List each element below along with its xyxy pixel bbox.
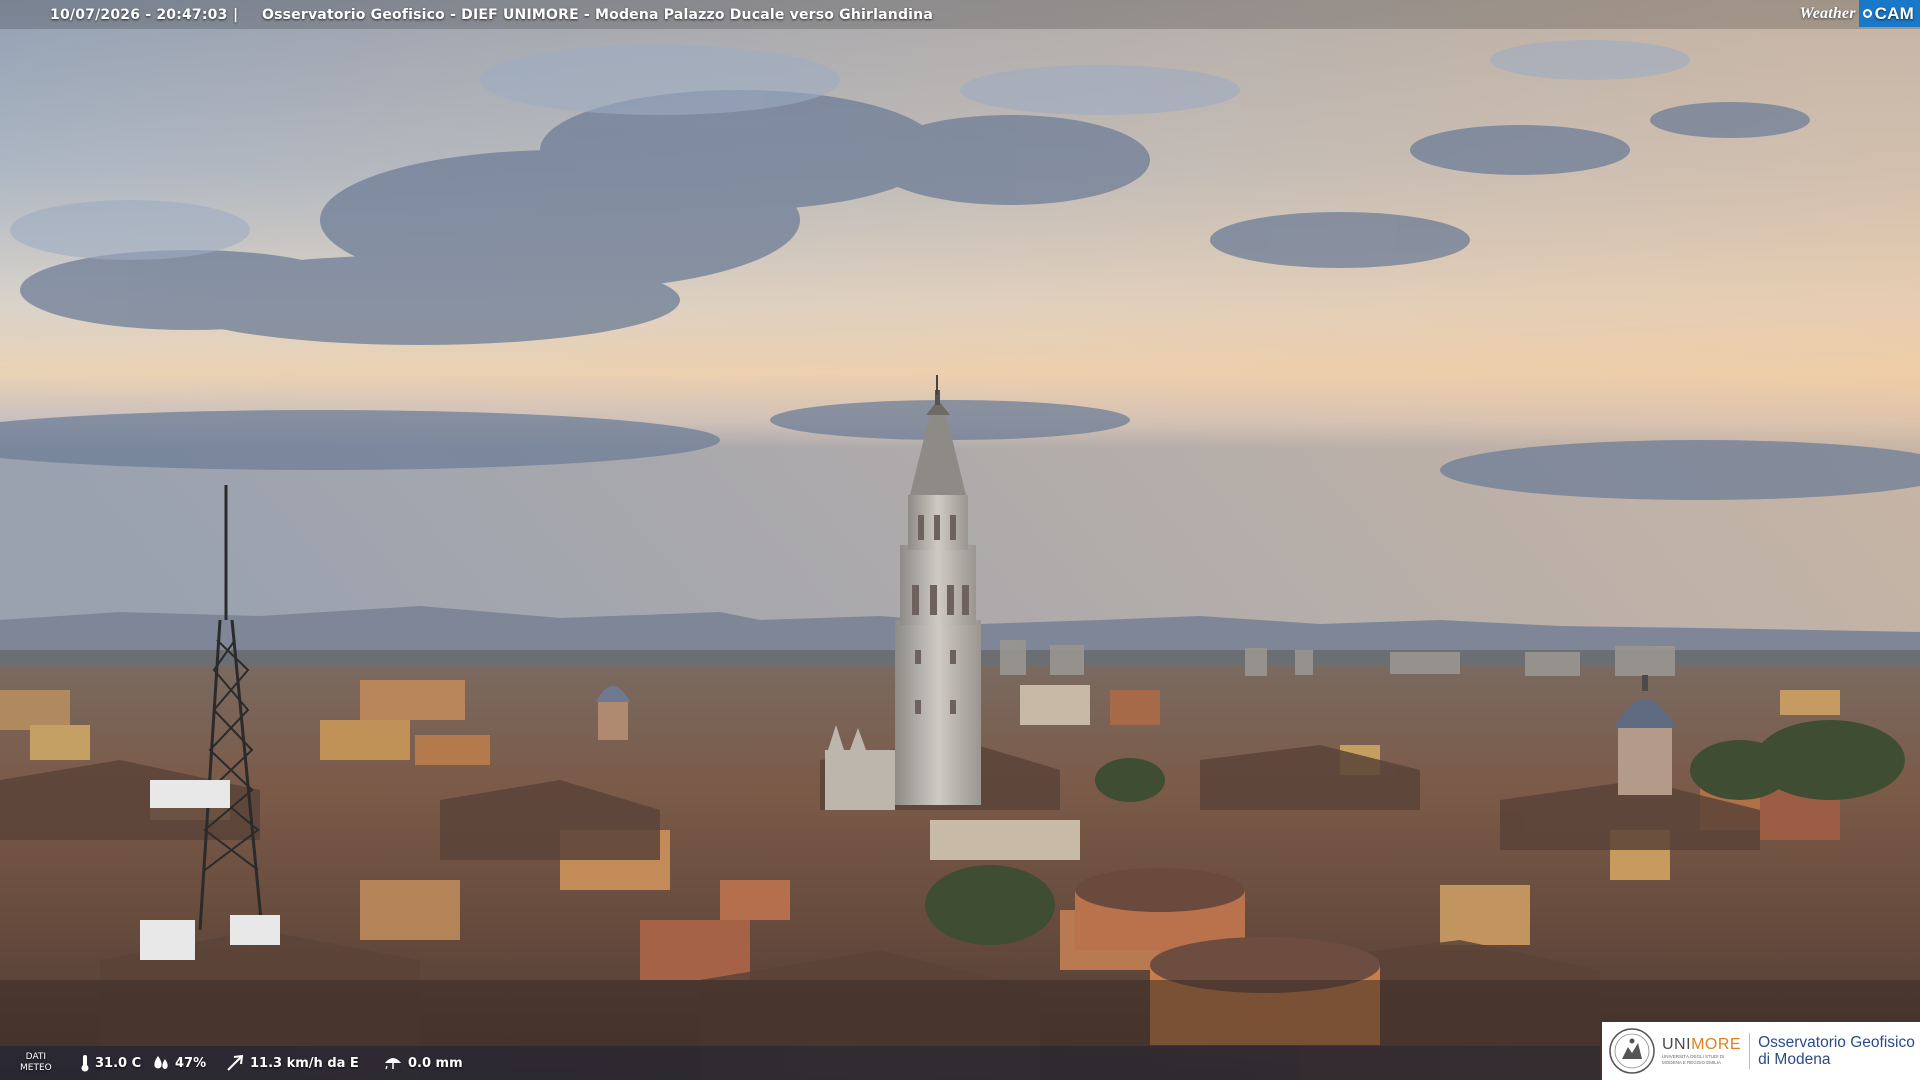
thermometer-icon	[81, 1055, 89, 1072]
logo-dot-icon	[1862, 9, 1872, 18]
logo-cam-box: CAM	[1858, 0, 1920, 27]
logo-cam-text: CAM	[1874, 3, 1914, 23]
logo-divider	[1749, 1033, 1751, 1069]
unimore-logo-box[interactable]: UNIMORE UNIVERSITÀ DEGLI STUDI DI MODENA…	[1602, 1022, 1920, 1080]
temperature-reading: 31.0 C	[80, 1046, 141, 1080]
timestamp: 10/07/2026 - 20:47:03	[50, 6, 228, 23]
temperature-value: 31.0 C	[95, 1055, 142, 1071]
humidity-drops-icon	[154, 1056, 168, 1069]
weather-data-bar: DATI METEO 31.0 C 47% 11.3 km/h da E 0.0…	[0, 1046, 1600, 1080]
observatory-name: Osservatorio Geofisico di Modena	[1758, 1034, 1915, 1068]
humidity-value: 47%	[175, 1055, 207, 1071]
humidity-reading: 47%	[152, 1046, 206, 1080]
wind-value: 11.3 km/h da E	[250, 1055, 359, 1071]
unimore-wordmark: UNIMORE	[1662, 1036, 1742, 1053]
camera-title: Osservatorio Geofisico - DIEF UNIMORE - …	[262, 6, 933, 23]
wind-arrow-icon	[227, 1054, 244, 1071]
rain-reading: 0.0 mm	[383, 1046, 463, 1080]
weather-label: DATI METEO	[20, 1052, 52, 1073]
unimore-brand: UNIMORE UNIVERSITÀ DEGLI STUDI DI MODENA…	[1662, 1036, 1741, 1066]
umbrella-rain-icon	[385, 1058, 401, 1070]
separator: |	[233, 6, 239, 23]
rain-value: 0.0 mm	[408, 1055, 463, 1071]
webcam-frame: 10/07/2026 - 20:47:03 | Osservatorio Geo…	[0, 0, 1920, 1080]
weathercam-logo[interactable]: Weather CAM	[1799, 0, 1920, 27]
unimore-subtitle-2: MODENA E REGGIO EMILIA	[1662, 1060, 1722, 1065]
camera-info-bar: 10/07/2026 - 20:47:03 | Osservatorio Geo…	[0, 0, 1920, 29]
university-seal-icon	[1609, 1028, 1655, 1074]
logo-weather-text: Weather	[1799, 4, 1856, 22]
city-panorama	[0, 0, 1920, 1080]
wind-reading: 11.3 km/h da E	[225, 1046, 359, 1080]
